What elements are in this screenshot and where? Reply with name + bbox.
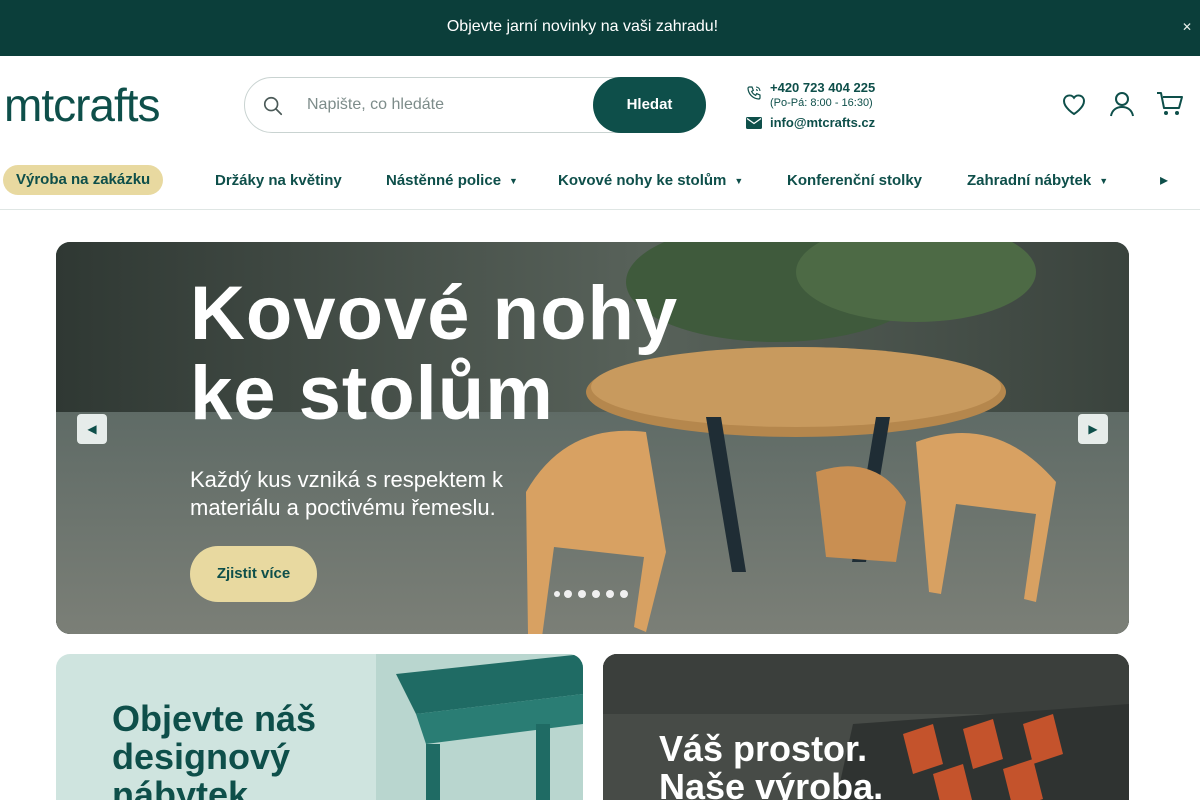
hero-subtitle: Každý kus vzniká s respektem k materiálu… xyxy=(190,467,504,520)
slider-next-button[interactable]: ▶ xyxy=(1078,414,1108,444)
opening-hours: (Po-Pá: 8:00 - 16:30) xyxy=(770,97,873,109)
slider-dot[interactable] xyxy=(578,590,586,598)
hero-title: Kovové nohy ke stolům xyxy=(190,271,679,436)
search-button[interactable]: Hledat xyxy=(593,77,706,133)
nav-custom-production[interactable]: Výroba na zakázku xyxy=(3,165,164,195)
slider-dot[interactable] xyxy=(554,591,560,597)
nav-more-icon[interactable]: ▸ xyxy=(1160,170,1168,190)
hero-slider: Kovové nohy ke stolům Každý kus vzniká s … xyxy=(56,242,1129,634)
slider-prev-button[interactable]: ◀ xyxy=(77,414,107,444)
email-link[interactable]: info@mtcrafts.cz xyxy=(770,115,875,130)
slider-dot[interactable] xyxy=(606,590,614,598)
close-icon[interactable]: ✕ xyxy=(1180,20,1194,34)
chevron-down-icon: ▼ xyxy=(1099,176,1109,187)
promo-card-production[interactable]: Váš prostor. Naše výroba. xyxy=(603,654,1129,800)
heart-icon[interactable] xyxy=(1060,90,1088,118)
search-bar: Hledat xyxy=(244,77,706,133)
nav-item-wall-shelves[interactable]: Nástěnné police ▼ xyxy=(386,172,518,189)
chevron-down-icon: ▼ xyxy=(734,176,744,187)
main-nav: Výroba na zakázku Držáky na květiny Nást… xyxy=(0,154,1200,210)
announcement-text[interactable]: Objevte jarní novinky na vaši zahradu! xyxy=(0,18,1165,36)
promo-image xyxy=(376,654,583,800)
nav-item-table-legs[interactable]: Kovové nohy ke stolům ▼ xyxy=(558,172,743,189)
announcement-bar: Objevte jarní novinky na vaši zahradu! ✕ xyxy=(0,0,1200,56)
header-actions xyxy=(1060,90,1200,120)
nav-item-coffee-tables[interactable]: Konferenční stolky xyxy=(787,172,922,189)
phone-number[interactable]: +420 723 404 225 xyxy=(770,80,875,95)
mail-icon xyxy=(746,117,762,129)
promo-card-title: Váš prostor. Naše výroba. xyxy=(659,728,884,800)
cart-icon[interactable] xyxy=(1156,90,1184,118)
hero-cta-button[interactable]: Zjistit více xyxy=(190,546,317,602)
search-input[interactable] xyxy=(307,90,587,120)
logo[interactable]: mtcrafts xyxy=(4,82,161,128)
nav-item-flower-holders[interactable]: Držáky na květiny xyxy=(215,172,342,189)
search-icon[interactable] xyxy=(262,95,284,117)
nav-item-garden-furniture[interactable]: Zahradní nábytek ▼ xyxy=(967,172,1108,189)
promo-card-title: Objevte náš designový nábytek xyxy=(112,698,317,800)
user-icon[interactable] xyxy=(1108,90,1136,118)
slider-dot[interactable] xyxy=(620,590,628,598)
slider-dot[interactable] xyxy=(564,590,572,598)
promo-card-furniture[interactable]: Objevte náš designový nábytek xyxy=(56,654,583,800)
site-header: mtcrafts Hledat +420 723 404 225 (Po-Pá:… xyxy=(0,56,1200,154)
phone-icon xyxy=(747,86,761,100)
slider-dot[interactable] xyxy=(592,590,600,598)
chevron-down-icon: ▼ xyxy=(509,176,518,187)
